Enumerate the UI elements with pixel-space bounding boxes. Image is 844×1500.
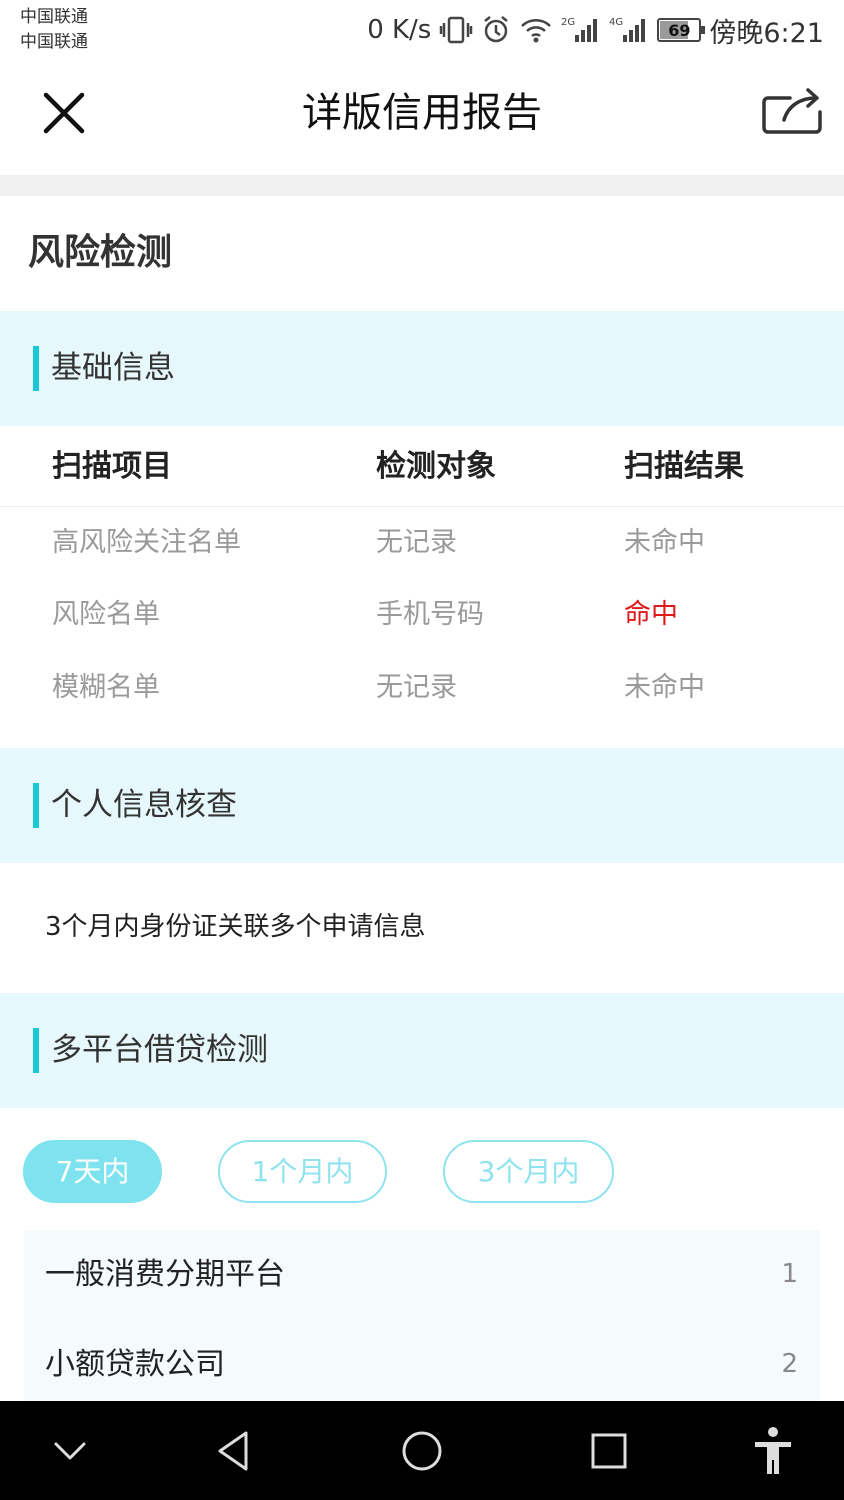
platform-count: 2 (781, 1349, 798, 1379)
battery-level: 69 (668, 20, 691, 40)
row-item: 高风险关注名单 (52, 527, 241, 558)
section-accent-bar (33, 783, 39, 828)
nav-bar: 详版信用报告 (0, 60, 844, 175)
tab-3-months[interactable]: 3个月内 (443, 1140, 614, 1203)
platform-list: 一般消费分期平台 1 小额贷款公司 2 (24, 1230, 820, 1401)
divider (0, 175, 844, 196)
status-bar: 中国联通 中国联通 0 K/s 2G 4G 69 傍晚6:21 (0, 0, 844, 60)
accessibility-icon (755, 1427, 791, 1474)
platform-name: 一般消费分期平台 (45, 1257, 285, 1292)
recents-square-icon (591, 1433, 627, 1469)
share-icon (762, 88, 822, 134)
vibrate-icon (439, 15, 473, 45)
platform-name: 小额贷款公司 (45, 1347, 225, 1382)
section-header-personal-check: 个人信息核查 (0, 748, 844, 863)
tab-1-month[interactable]: 1个月内 (218, 1140, 387, 1203)
battery-icon: 69 (657, 18, 706, 42)
signal-4g-icon: 4G (609, 15, 649, 45)
net-speed: 0 K/s (367, 15, 432, 45)
signal-4g-label: 4G (609, 17, 623, 28)
section-title: 多平台借贷检测 (51, 1032, 268, 1068)
chevron-down-icon (54, 1442, 86, 1460)
carrier-1: 中国联通 (20, 7, 88, 27)
back-button[interactable] (206, 1425, 262, 1477)
row-result-hit: 命中 (624, 599, 678, 630)
signal-2g-icon: 2G (561, 15, 601, 45)
section-header-multi-platform: 多平台借贷检测 (0, 993, 844, 1108)
home-circle-icon (402, 1431, 442, 1471)
status-icons: 0 K/s 2G 4G 69 傍晚6:21 (367, 10, 824, 50)
section-accent-bar (33, 1028, 39, 1073)
alarm-icon (481, 15, 511, 45)
personal-check-text: 3个月内身份证关联多个申请信息 (45, 912, 426, 942)
back-triangle-icon (218, 1431, 248, 1471)
row-result: 未命中 (624, 527, 705, 558)
row-item: 模糊名单 (52, 672, 160, 703)
column-header-target: 检测对象 (376, 449, 496, 484)
carrier-2: 中国联通 (20, 32, 88, 52)
page-title: 风险检测 (28, 232, 173, 273)
wifi-icon (519, 15, 553, 45)
column-header-result: 扫描结果 (624, 449, 744, 484)
row-result: 未命中 (624, 672, 705, 703)
tab-7-days[interactable]: 7天内 (23, 1140, 162, 1203)
clock: 傍晚6:21 (709, 17, 824, 49)
system-nav-bar (0, 1401, 844, 1500)
table-header: 扫描项目 检测对象 扫描结果 (0, 426, 844, 507)
share-button[interactable] (760, 84, 824, 136)
recents-button[interactable] (581, 1425, 637, 1477)
list-item[interactable]: 一般消费分期平台 1 (24, 1230, 820, 1320)
section-title: 个人信息核查 (51, 787, 237, 823)
row-target: 手机号码 (376, 599, 484, 630)
home-button[interactable] (394, 1425, 450, 1477)
row-item: 风险名单 (52, 599, 160, 630)
section-accent-bar (33, 346, 39, 391)
row-target: 无记录 (376, 672, 457, 703)
row-target: 无记录 (376, 527, 457, 558)
platform-count: 1 (781, 1259, 798, 1289)
collapse-button[interactable] (42, 1425, 98, 1477)
column-header-item: 扫描项目 (52, 449, 172, 484)
signal-2g-label: 2G (561, 17, 575, 28)
section-header-basic-info: 基础信息 (0, 311, 844, 426)
accessibility-button[interactable] (745, 1425, 801, 1477)
list-item[interactable]: 小额贷款公司 2 (24, 1320, 820, 1401)
section-title: 基础信息 (51, 350, 175, 386)
page-header-title: 详版信用报告 (302, 90, 542, 136)
